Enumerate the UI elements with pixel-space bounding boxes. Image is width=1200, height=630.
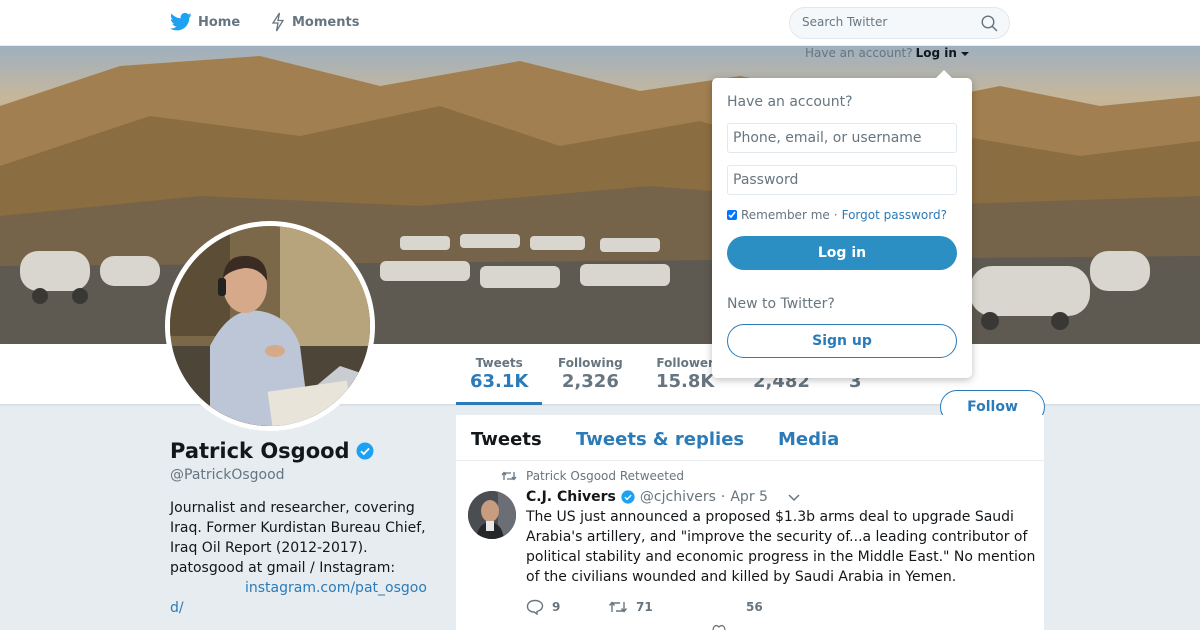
lightning-icon (271, 12, 285, 32)
verified-badge-icon (356, 442, 374, 460)
reply-button[interactable]: 9 (526, 599, 608, 615)
login-button[interactable]: Log in (727, 236, 957, 270)
stat-value: 15.8K (656, 371, 715, 392)
separator-dot: · (720, 489, 726, 505)
reply-icon (526, 599, 544, 615)
caret-down-icon (960, 51, 969, 56)
remember-row: Remember me · Forgot password? (727, 208, 947, 222)
login-dropdown-link[interactable]: Log in (916, 46, 957, 60)
tab-tweets[interactable]: Tweets (471, 429, 542, 450)
nav-home-label: Home (198, 14, 241, 30)
dropdown-caret (936, 70, 952, 78)
timeline-tabs: Tweets Tweets & replies Media (456, 415, 1044, 461)
stat-tweets[interactable]: Tweets 63.1K (455, 356, 543, 405)
like-button[interactable]: 56 (746, 600, 763, 614)
login-prompt: Have an account? Log in (805, 46, 969, 60)
like-count: 56 (746, 600, 763, 614)
verified-badge-icon (621, 490, 635, 504)
stat-value: 2,326 (561, 371, 619, 392)
avatar-photo (170, 226, 370, 426)
bio-link[interactable]: instagram.com/pat_osgoo (170, 578, 432, 598)
stat-label: Following (558, 356, 623, 370)
tweet-author-handle[interactable]: @cjchivers (640, 489, 716, 505)
tweet-date[interactable]: Apr 5 (730, 489, 768, 505)
tweet-author-name[interactable]: C.J. Chivers (526, 489, 616, 505)
separator-dot: · (833, 208, 838, 222)
profile-name: Patrick Osgood (170, 439, 374, 463)
twitter-bird-icon (170, 12, 192, 31)
username-input[interactable] (727, 123, 957, 153)
retweeted-by-text[interactable]: Patrick Osgood Retweeted (526, 469, 684, 483)
remember-checkbox[interactable] (727, 210, 737, 220)
login-dropdown: Have an account? Remember me · Forgot pa… (712, 70, 972, 378)
tab-tweets-replies[interactable]: Tweets & replies (576, 429, 744, 450)
heart-icon[interactable] (712, 623, 726, 630)
top-navigation-bar: Home Moments (0, 0, 1200, 46)
search-box (789, 7, 1010, 39)
remember-label[interactable]: Remember me (741, 208, 830, 222)
search-icon[interactable] (981, 15, 998, 36)
signup-button[interactable]: Sign up (727, 324, 957, 358)
reply-count: 9 (552, 600, 561, 614)
nav-moments[interactable]: Moments (270, 12, 359, 32)
author-photo (468, 491, 516, 539)
tweet-author-avatar[interactable] (468, 491, 516, 539)
stat-following[interactable]: Following 2,326 (558, 356, 623, 392)
stat-label: Follower (656, 356, 714, 370)
nav-moments-label: Moments (292, 14, 360, 30)
stat-followers[interactable]: Follower 15.8K (656, 356, 714, 392)
password-input[interactable] (727, 165, 957, 195)
new-to-twitter-text: New to Twitter? (727, 296, 835, 312)
stat-label: Tweets (475, 356, 523, 370)
retweet-context: Patrick Osgood Retweeted (501, 469, 684, 483)
tweet-text: The US just announced a proposed $1.3b a… (526, 509, 1036, 585)
timeline: Tweets Tweets & replies Media Patrick Os… (456, 415, 1044, 630)
retweet-icon (501, 471, 517, 481)
profile-handle: @PatrickOsgood (170, 467, 285, 483)
nav-home[interactable]: Home (170, 12, 240, 32)
stat-value: 63.1K (470, 371, 529, 392)
retweet-button[interactable]: 71 (608, 599, 718, 615)
forgot-password-link[interactable]: Forgot password? (842, 208, 947, 222)
retweet-count: 71 (636, 600, 653, 614)
bio-link-continued[interactable]: d/ (170, 598, 432, 618)
bio-text: Journalist and researcher, covering Iraq… (170, 500, 426, 576)
have-account-text: Have an account? (805, 46, 913, 60)
profile-bio: Journalist and researcher, covering Iraq… (170, 498, 432, 618)
tweet-actions: 9 71 56 (526, 599, 763, 615)
login-title: Have an account? (727, 94, 853, 110)
search-input[interactable] (802, 15, 972, 29)
retweet-icon (608, 601, 628, 613)
chevron-down-icon[interactable] (787, 492, 801, 502)
tweet-header: C.J. Chivers @cjchivers · Apr 5 (526, 489, 801, 505)
profile-name-text: Patrick Osgood (170, 439, 350, 463)
tab-media[interactable]: Media (778, 429, 839, 450)
avatar[interactable] (165, 221, 375, 431)
